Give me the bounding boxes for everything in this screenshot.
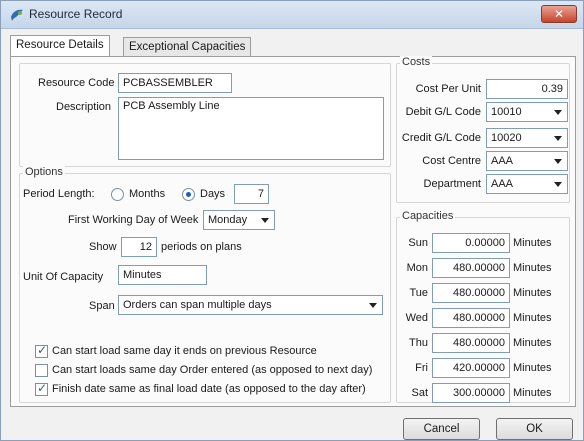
chevron-down-icon [554,110,562,115]
select-value: Monday [208,214,248,226]
first-working-day-label: First Working Day of Week [68,214,199,226]
select-value: 10010 [491,106,522,118]
tab-label: Exceptional Capacities [129,41,246,53]
debit-gl-label: Debit G/L Code [405,106,481,118]
department-label: Department [423,178,481,190]
cost-centre-label: Cost Centre [422,155,481,167]
capacity-input-tue[interactable]: 480.00000 [432,283,510,303]
capacity-input-mon[interactable]: 480.00000 [432,258,510,278]
capacity-unit: Minutes [513,287,552,299]
capacity-input-sun[interactable]: 0.00000 [432,233,510,253]
capacity-day-sat: Sat [411,387,428,399]
credit-gl-label: Credit G/L Code [401,132,481,144]
capacity-day-mon: Mon [406,262,428,274]
checkbox-label: Can start load same day it ends on previ… [52,345,317,357]
capacity-unit: Minutes [513,337,552,349]
close-icon: ✕ [553,7,565,21]
months-label: Months [129,188,166,200]
resource-code-label: Resource Code [38,77,115,89]
chevron-down-icon [261,218,269,223]
capacity-day-wed: Wed [405,312,428,324]
close-button[interactable]: ✕ [541,5,577,23]
days-input[interactable]: 7 [234,184,269,204]
tab-resource-details[interactable]: Resource Details [10,35,110,57]
capacity-day-sun: Sun [408,237,428,249]
chevron-down-icon [554,182,562,187]
chevron-down-icon [369,303,377,308]
chevron-down-icon [554,159,562,164]
capacity-input-sat[interactable]: 300.00000 [432,383,510,403]
checkbox-label: Can start loads same day Order entered (… [52,364,373,376]
window-title: Resource Record [29,7,123,21]
options-title: Options [23,166,65,178]
description-input[interactable]: PCB Assembly Line [118,97,384,160]
capacity-unit: Minutes [513,237,552,249]
checkbox-finish-date-same[interactable] [35,381,48,396]
capacity-day-tue: Tue [409,287,428,299]
capacity-input-wed[interactable]: 480.00000 [432,308,510,328]
capacity-unit: Minutes [513,387,552,399]
span-label: Span [89,300,115,312]
select-value: Orders can span multiple days [123,299,272,311]
capacity-unit: Minutes [513,312,552,324]
capacity-day-thu: Thu [409,337,428,349]
checkbox-label: Finish date same as final load date (as … [52,383,366,395]
capacity-input-thu[interactable]: 480.00000 [432,333,510,353]
tab-label: Resource Details [16,39,104,51]
credit-gl-select[interactable]: 10020 [486,128,568,148]
first-working-day-select[interactable]: Monday [203,210,275,230]
months-radio[interactable] [111,188,124,201]
unit-of-capacity-label: Unit Of Capacity [23,271,104,283]
title-bar[interactable]: Resource Record ✕ [1,1,583,29]
cost-centre-select[interactable]: AAA [486,151,568,171]
show-label: Show [89,241,117,253]
description-label: Description [56,101,112,113]
cost-per-unit-input[interactable]: 0.39 [486,79,568,99]
checkbox-start-load-same-day[interactable] [35,343,48,358]
cost-per-unit-label: Cost Per Unit [415,83,481,95]
days-label: Days [200,188,226,200]
resource-record-window: Resource Record ✕ Resource Details Excep… [0,0,584,441]
select-value: 10020 [491,132,522,144]
tab-exceptional-capacities[interactable]: Exceptional Capacities [123,37,252,56]
ok-button[interactable]: OK [496,418,573,440]
days-radio[interactable] [182,188,195,201]
select-value: AAA [491,155,514,167]
show-periods-input[interactable]: 12 [121,237,157,257]
costs-title: Costs [400,56,433,68]
capacity-input-fri[interactable]: 420.00000 [432,358,510,378]
span-select[interactable]: Orders can span multiple days [118,295,383,315]
capacity-unit: Minutes [513,262,552,274]
select-value: AAA [491,178,514,190]
department-select[interactable]: AAA [486,174,568,194]
resource-code-input[interactable]: PCBASSEMBLER [118,73,232,93]
app-icon [11,9,23,21]
debit-gl-select[interactable]: 10010 [486,102,568,122]
checkbox-start-same-day-order[interactable] [35,364,48,377]
capacities-title: Capacities [400,210,456,222]
unit-of-capacity-input[interactable]: Minutes [118,265,207,285]
cancel-button[interactable]: Cancel [403,418,480,440]
period-length-label: Period Length: [23,188,95,200]
periods-label: periods on plans [161,241,242,253]
capacity-unit: Minutes [513,362,552,374]
chevron-down-icon [554,136,562,141]
capacity-day-fri: Fri [415,362,428,374]
